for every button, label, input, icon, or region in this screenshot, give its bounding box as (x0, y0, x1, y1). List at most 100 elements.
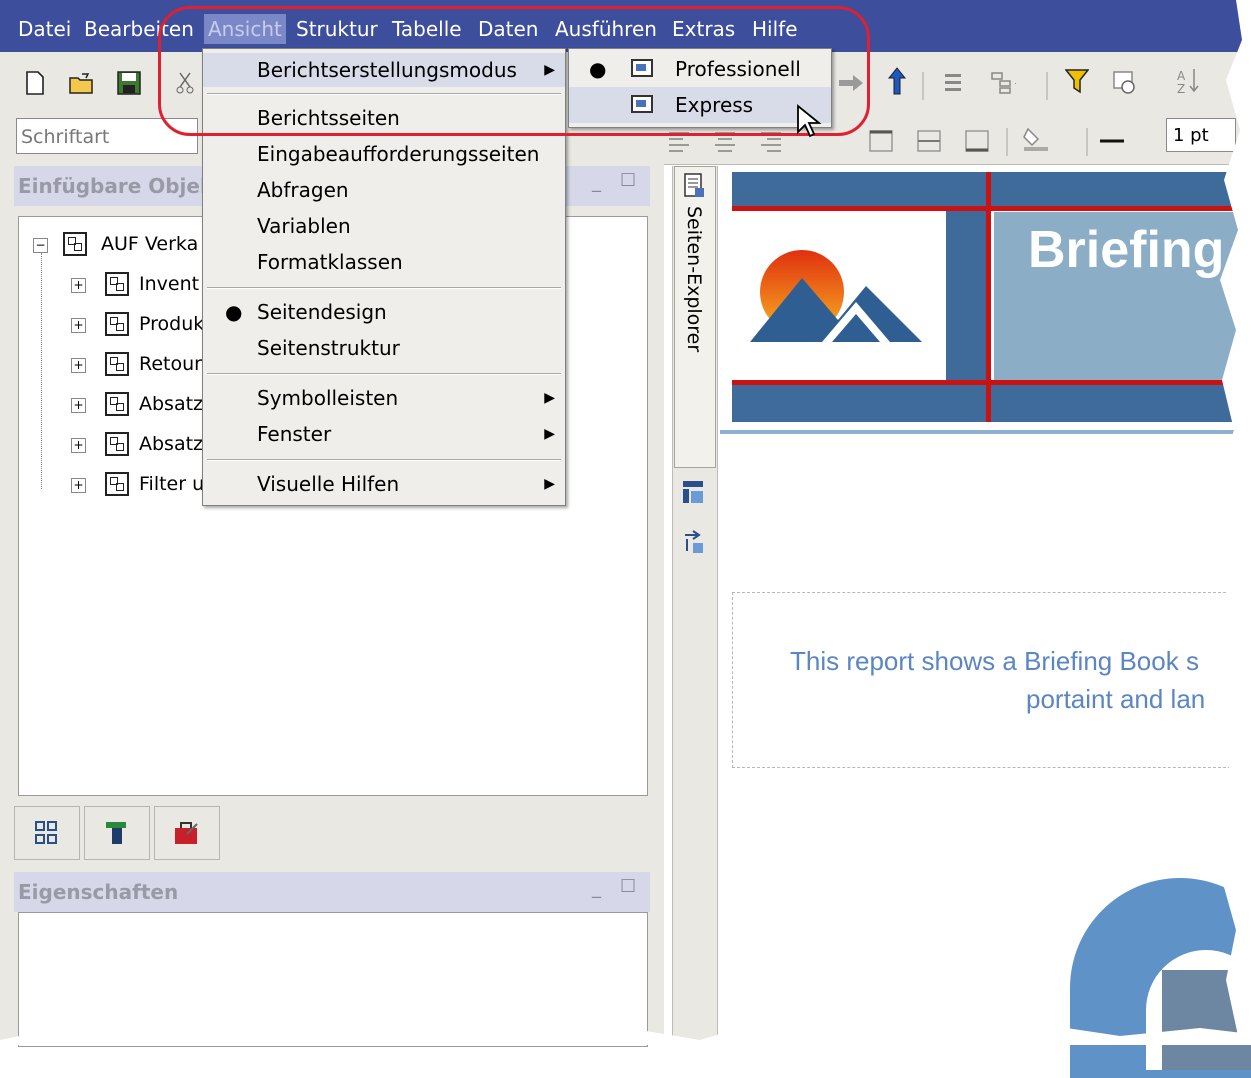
report-band-top (732, 172, 1251, 208)
menu-item-fenster[interactable]: Fenster ▶ (203, 417, 565, 451)
structure-icon[interactable] (990, 70, 1016, 96)
properties-title: Eigenschaften (18, 880, 179, 904)
namespace-icon (105, 472, 129, 496)
menu-item-label: Formatklassen (257, 250, 403, 274)
fill-color-icon[interactable] (1022, 126, 1048, 152)
sort-icon[interactable]: AZ (1176, 68, 1202, 95)
namespace-icon (105, 392, 129, 416)
menu-item-eingabeaufforderungsseiten[interactable]: Eingabeaufforderungsseiten (203, 137, 565, 171)
maximize-icon[interactable]: ☐ (620, 876, 636, 897)
tab-data-items[interactable] (84, 806, 150, 860)
filter-icon[interactable] (1064, 68, 1090, 94)
torn-edge-bottom (0, 1022, 1251, 1045)
menu-item-label: Visuelle Hilfen (257, 472, 400, 496)
expand-icon[interactable]: + (71, 358, 86, 373)
report-band-bottom (732, 384, 1251, 422)
report-description-line2: portaint and lan (1026, 684, 1206, 714)
cursor-icon (797, 104, 822, 138)
save-icon[interactable] (116, 70, 142, 96)
minimize-icon[interactable]: _ (592, 878, 601, 899)
tree-item-label: Produk (139, 313, 205, 335)
tree-item-label: Filter u (139, 473, 205, 495)
toolbox-icon (175, 822, 198, 844)
collapse-icon[interactable]: − (33, 238, 48, 253)
menu-datei[interactable]: Datei (14, 14, 75, 44)
menu-separator (207, 459, 561, 461)
tree-item-label: Invent (139, 273, 200, 295)
report-description-box[interactable] (732, 592, 1251, 768)
query-explorer-icon[interactable] (680, 478, 708, 506)
toolbar-separator (922, 72, 924, 100)
grid-line (986, 172, 991, 422)
tab-source[interactable] (14, 806, 80, 860)
expand-icon[interactable]: + (71, 438, 86, 453)
menu-item-symbolleisten[interactable]: Symbolleisten ▶ (203, 381, 565, 415)
torn-edge-right (1218, 0, 1251, 1045)
condition-explorer-icon[interactable] (680, 528, 708, 556)
menu-item-seitendesign[interactable]: ● Seitendesign (203, 295, 565, 329)
menu-item-abfragen[interactable]: Abfragen (203, 173, 565, 207)
report-description-line1: This report shows a Briefing Book s (790, 646, 1199, 676)
maximize-icon[interactable]: ☐ (620, 170, 636, 191)
line-style-icon[interactable] (1098, 128, 1124, 154)
report-rule (720, 430, 1251, 434)
menu-item-visuelle-hilfen[interactable]: Visuelle Hilfen ▶ (203, 467, 565, 501)
expand-icon[interactable]: + (71, 478, 86, 493)
grid-line (732, 380, 1251, 385)
tree-item-label: Absatz (139, 433, 204, 455)
menu-item-variablen[interactable]: Variablen (203, 209, 565, 243)
menu-item-label: Abfragen (257, 178, 349, 202)
open-folder-icon[interactable] (68, 70, 94, 96)
new-document-icon[interactable] (22, 70, 48, 96)
menu-item-label: Fenster (257, 422, 332, 446)
group-icon[interactable] (940, 70, 966, 96)
report-title: Briefing (1028, 221, 1225, 279)
tree-root-label: AUF Verka (101, 233, 199, 255)
namespace-icon (105, 272, 129, 296)
border-middle-icon[interactable] (916, 128, 942, 154)
minimize-icon[interactable]: _ (592, 172, 601, 193)
submenu-arrow-icon: ▶ (544, 426, 555, 442)
package-icon (63, 232, 87, 256)
submenu-arrow-icon: ▶ (544, 390, 555, 406)
data-items-icon (106, 822, 126, 844)
page-explorer-icon (680, 172, 708, 200)
toolbar-separator (1006, 128, 1008, 156)
toolbar-separator (1086, 128, 1088, 156)
menu-item-label: Eingabeaufforderungsseiten (257, 142, 540, 166)
source-tree-icon (35, 821, 57, 844)
submenu-arrow-icon: ▶ (544, 476, 555, 492)
report-logo-cell[interactable] (732, 212, 946, 380)
summary-icon[interactable] (1112, 70, 1138, 96)
menu-item-label: Symbolleisten (257, 386, 399, 410)
insertable-tabs (14, 806, 224, 860)
highlight-annotation (158, 6, 870, 136)
expand-icon[interactable]: + (71, 398, 86, 413)
arrow-up-icon[interactable] (884, 67, 910, 95)
menu-separator (207, 287, 561, 289)
border-top-icon[interactable] (868, 128, 894, 154)
namespace-icon (105, 432, 129, 456)
expand-icon[interactable]: + (71, 278, 86, 293)
border-bottom-icon[interactable] (964, 128, 990, 154)
tree-item-label: Absatz (139, 393, 204, 415)
svg-text:Z: Z (1177, 82, 1185, 95)
namespace-icon (105, 312, 129, 336)
mountain-logo-icon (750, 250, 922, 342)
expand-icon[interactable]: + (71, 318, 86, 333)
menu-item-label: Seitendesign (257, 300, 387, 324)
svg-text:A: A (1177, 69, 1186, 83)
namespace-icon (105, 352, 129, 376)
tree-line (41, 253, 42, 489)
tree-item-label: Retour (139, 353, 202, 375)
check-dot-icon: ● (225, 300, 243, 324)
toolbar-separator (1046, 72, 1048, 100)
menu-item-formatklassen[interactable]: Formatklassen (203, 245, 565, 279)
page-explorer-label: Seiten-Explorer (683, 206, 705, 353)
menu-item-seitenstruktur[interactable]: Seitenstruktur (203, 331, 565, 365)
menu-separator (207, 373, 561, 375)
grid-line (732, 206, 1251, 211)
menu-item-label: Seitenstruktur (257, 336, 400, 360)
properties-header: Eigenschaften (14, 872, 650, 912)
tab-toolbox[interactable] (154, 806, 220, 860)
